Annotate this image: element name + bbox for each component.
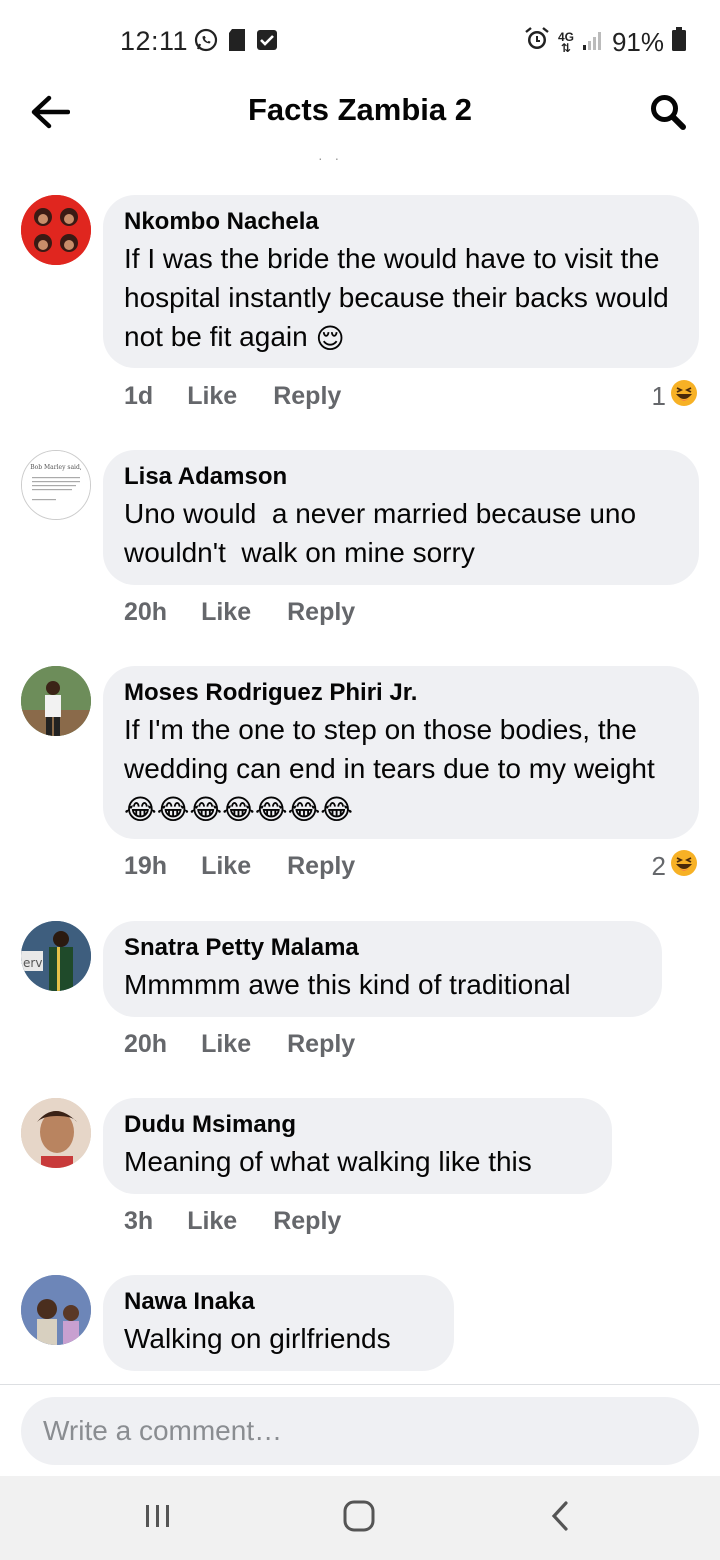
svg-text:erv: erv [23,956,42,970]
comment-actions: 3h Like Reply [124,1207,341,1236]
page-header: Facts Zambia 2 [0,84,720,154]
battery-level: 91% [611,27,664,57]
comment-time[interactable]: 1d [124,382,153,411]
home-button[interactable] [329,1494,389,1542]
comment-bubble[interactable]: Lisa Adamson Uno would a never married b… [103,450,699,585]
comment-actions: 19h Like Reply [124,852,355,881]
whatsapp-icon [194,28,218,57]
comment-time[interactable]: 20h [124,1030,167,1059]
tears-of-joy-emoji: 😂😂😂😂😂😂😂 [124,794,354,826]
reaction-count: 1 [651,381,666,411]
avatar[interactable] [21,195,91,265]
reply-button[interactable]: Reply [287,852,355,881]
avatar[interactable] [21,666,91,736]
recent-apps-button[interactable] [128,1494,188,1542]
scroll-fade-edge: · · [318,150,344,166]
write-comment-input[interactable]: Write a comment… [21,1397,699,1465]
like-button[interactable]: Like [187,382,237,411]
reaction-count: 2 [651,851,666,881]
status-bar: 12:11 4G ⇅ 91% [0,0,720,84]
comment-time[interactable]: 19h [124,852,167,881]
comment-author[interactable]: Moses Rodriguez Phiri Jr. [124,678,679,708]
comment-author[interactable]: Nkombo Nachela [124,207,679,237]
comment-author[interactable]: Lisa Adamson [124,462,679,492]
haha-reaction-icon [670,379,698,414]
comment-author[interactable]: Dudu Msimang [124,1110,592,1140]
avatar[interactable] [21,1275,91,1345]
system-back-button[interactable] [530,1494,590,1542]
relieved-face-emoji: 😌 [315,323,345,355]
comment-text: If I'm the one to step on those bodies, … [124,714,655,784]
like-button[interactable]: Like [201,852,251,881]
avatar[interactable] [21,1098,91,1168]
reaction-summary[interactable]: 1 [652,379,698,414]
page-title: Facts Zambia 2 [248,92,472,127]
reply-button[interactable]: Reply [287,1030,355,1059]
comment-actions: 20h Like Reply [124,598,355,627]
comment-text: Walking on girlfriends [124,1323,391,1354]
comment-text: Uno would a never married because uno wo… [124,498,644,568]
comment-author[interactable]: Snatra Petty Malama [124,933,642,963]
like-button[interactable]: Like [201,1030,251,1059]
search-icon [649,93,687,136]
comment-text: If I was the bride the would have to vis… [124,243,677,352]
system-nav-bar [0,1476,720,1560]
like-button[interactable]: Like [201,598,251,627]
comment-bubble[interactable]: Nkombo Nachela If I was the bride the wo… [103,195,699,368]
like-button[interactable]: Like [187,1207,237,1236]
alarm-icon [524,26,550,59]
search-button[interactable] [644,90,692,138]
avatar[interactable]: Bob Marley said, [21,450,91,520]
network-4g-icon: 4G ⇅ [557,29,574,55]
network-label: 4G [557,29,574,44]
comment-text: Meaning of what walking like this [124,1146,532,1177]
status-time: 12:11 [120,26,189,56]
svg-text:Bob Marley said,: Bob Marley said, [30,464,82,471]
comment-actions: 20h Like Reply [124,1030,355,1059]
reply-button[interactable]: Reply [273,1207,341,1236]
comment-actions: 1d Like Reply [124,382,341,411]
comment-text: Mmmmm awe this kind of traditional [124,969,571,1000]
comment-time[interactable]: 20h [124,598,167,627]
comment-author[interactable]: Nawa Inaka [124,1287,434,1317]
reaction-summary[interactable]: 2 [652,849,698,884]
comment-time[interactable]: 3h [124,1207,153,1236]
checkbox-notification-icon [256,29,278,56]
comment-bubble[interactable]: Moses Rodriguez Phiri Jr. If I'm the one… [103,666,699,839]
comment-composer-bar: Write a comment… [0,1384,720,1477]
chevron-left-icon [548,1499,572,1538]
sd-card-icon [228,28,246,57]
signal-icon [582,27,604,58]
comment-bubble[interactable]: Nawa Inaka Walking on girlfriends [103,1275,454,1371]
battery-icon [672,27,686,58]
haha-reaction-icon [670,849,698,884]
reply-button[interactable]: Reply [287,598,355,627]
recent-apps-icon [143,1502,173,1535]
reply-button[interactable]: Reply [273,382,341,411]
avatar[interactable]: erv [21,921,91,991]
home-icon [342,1499,376,1538]
comment-bubble[interactable]: Snatra Petty Malama Mmmmm awe this kind … [103,921,662,1017]
comment-bubble[interactable]: Dudu Msimang Meaning of what walking lik… [103,1098,612,1194]
